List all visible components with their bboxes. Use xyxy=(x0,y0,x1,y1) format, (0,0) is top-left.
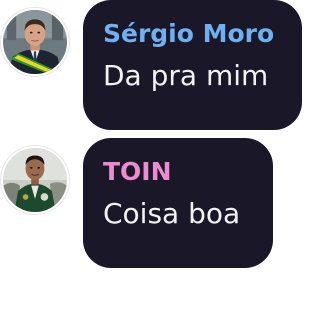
chat-thread: Sérgio Moro Da pra mim TOIN Coisa boa xyxy=(0,0,302,320)
chat-message: Sérgio Moro Da pra mim xyxy=(0,0,302,136)
message-text: Da pra mim xyxy=(103,59,269,92)
sergio-moro-avatar-icon[interactable] xyxy=(1,8,69,76)
message-text: Coisa boa xyxy=(103,197,241,230)
chat-message: TOIN Coisa boa xyxy=(0,138,302,272)
sender-name: Sérgio Moro xyxy=(103,19,275,48)
message-bubble[interactable]: Sérgio Moro Da pra mim xyxy=(83,0,302,130)
message-bubble[interactable]: TOIN Coisa boa xyxy=(83,138,273,268)
sender-name: TOIN xyxy=(103,157,172,186)
toin-avatar-icon[interactable] xyxy=(1,146,69,214)
